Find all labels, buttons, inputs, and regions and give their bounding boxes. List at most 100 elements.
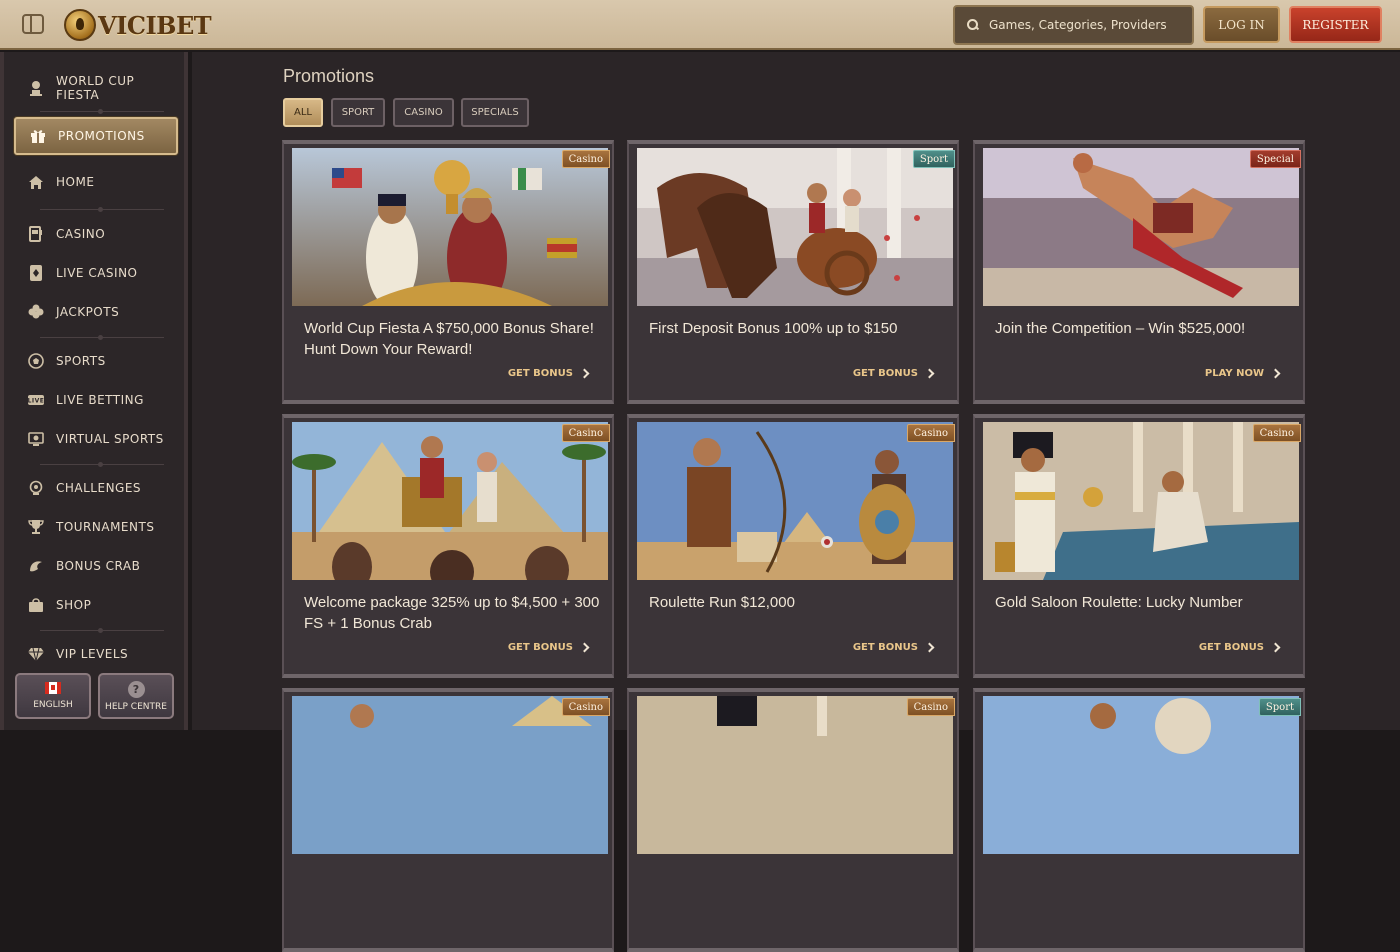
filter-casino[interactable]: CASINO xyxy=(393,98,454,127)
sidebar-item-shop[interactable]: SHOP xyxy=(14,597,178,613)
cta-label: PLAY NOW xyxy=(1204,368,1264,379)
help-centre-button[interactable]: ? HELP CENTRE xyxy=(98,673,174,719)
sidebar-item-world-cup-fiesta[interactable]: WORLD CUP FIESTA xyxy=(14,70,178,106)
sidebar-item-label: LIVE CASINO xyxy=(56,266,138,280)
sidebar-item-label: CASINO xyxy=(56,227,106,241)
sidebar-item-bonus-crab[interactable]: BONUS CRAB xyxy=(14,558,178,574)
search-input[interactable] xyxy=(989,18,1189,32)
get-bonus-link[interactable]: GET BONUS xyxy=(508,642,590,653)
filter-specials[interactable]: SPECIALS xyxy=(461,98,529,127)
sidebar-item-label: VIP LEVELS xyxy=(56,647,129,661)
promo-card[interactable]: Casino Roulette Run $12,000 GET BONUS xyxy=(627,414,959,678)
search-icon xyxy=(967,19,979,31)
sidebar-item-label: LIVE BETTING xyxy=(56,393,144,407)
filter-sport[interactable]: SPORT xyxy=(331,98,385,127)
sidebar-item-live-casino[interactable]: LIVE CASINO xyxy=(14,265,178,281)
brand-logo[interactable]: VICIBET xyxy=(64,8,212,42)
sidebar-item-virtual-sports[interactable]: VIRTUAL SPORTS xyxy=(14,431,178,447)
sidebar-item-label: WORLD CUP FIESTA xyxy=(56,74,135,102)
promo-card[interactable]: Special Join the Competition – Win $525,… xyxy=(973,140,1305,404)
cta-label: GET BONUS xyxy=(852,642,918,653)
category-badge: Casino xyxy=(561,698,610,716)
challenge-icon xyxy=(28,480,44,496)
chevron-right-icon xyxy=(924,368,935,379)
search-box[interactable] xyxy=(953,5,1194,45)
virtual-screen-icon xyxy=(28,431,44,447)
sidebar-item-sports[interactable]: SPORTS xyxy=(14,353,178,369)
get-bonus-link[interactable]: GET BONUS xyxy=(508,368,590,379)
sidebar-divider xyxy=(40,628,164,633)
category-badge: Casino xyxy=(561,150,610,168)
category-badge: Casino xyxy=(906,698,955,716)
promo-image xyxy=(637,696,953,854)
play-now-link[interactable]: PLAY NOW xyxy=(1204,368,1281,379)
sidebar-item-casino[interactable]: CASINO xyxy=(14,226,178,242)
canada-flag-icon xyxy=(45,682,61,694)
sidebar-divider xyxy=(40,109,164,114)
promo-image xyxy=(983,422,1299,580)
sidebar-item-promotions[interactable]: PROMOTIONS xyxy=(14,117,178,155)
sidebar-item-label: PROMOTIONS xyxy=(58,129,145,143)
sidebar-item-label: TOURNAMENTS xyxy=(56,520,155,534)
promo-title: World Cup Fiesta A $750,000 Bonus Share!… xyxy=(304,320,594,358)
gift-icon xyxy=(30,128,46,144)
chevron-right-icon xyxy=(924,642,935,653)
promo-card[interactable]: Casino xyxy=(627,688,959,952)
cta-label: GET BONUS xyxy=(1198,642,1264,653)
sidebar-toggle-icon[interactable] xyxy=(22,14,44,34)
brand-name: VICIBET xyxy=(98,10,212,40)
trophy-bust-icon xyxy=(28,80,44,96)
promo-title: Welcome package 325% up to $4,500 + 300 … xyxy=(304,594,600,632)
sidebar-divider xyxy=(40,335,164,340)
sidebar-item-label: HOME xyxy=(56,175,95,189)
sidebar-divider xyxy=(40,207,164,212)
sidebar-item-label: SPORTS xyxy=(56,354,106,368)
sidebar-item-label: CHALLENGES xyxy=(56,481,142,495)
category-badge: Sport xyxy=(1258,698,1301,716)
sidebar-item-challenges[interactable]: CHALLENGES xyxy=(14,480,178,496)
sidebar-item-home[interactable]: HOME xyxy=(14,174,178,190)
crab-icon xyxy=(28,558,44,574)
promo-card[interactable]: Casino Welcome package 325% up to $4,500… xyxy=(282,414,614,678)
promo-card[interactable]: Sport xyxy=(973,688,1305,952)
filter-all[interactable]: ALL xyxy=(283,98,323,127)
promo-card[interactable]: Casino Gold Saloon Roulette: Lucky Numbe… xyxy=(973,414,1305,678)
promo-image xyxy=(983,696,1299,854)
sidebar-item-label: SHOP xyxy=(56,598,92,612)
top-bar: VICIBET LOG IN REGISTER xyxy=(0,0,1400,50)
home-icon xyxy=(28,174,44,190)
category-badge: Sport xyxy=(912,150,955,168)
promo-image xyxy=(292,422,608,580)
sidebar-item-live-betting[interactable]: LIVE LIVE BETTING xyxy=(14,392,178,408)
promo-title: Join the Competition – Win $525,000! xyxy=(995,320,1246,337)
sidebar-item-tournaments[interactable]: TOURNAMENTS xyxy=(14,519,178,535)
live-icon: LIVE xyxy=(28,392,44,408)
sidebar-divider xyxy=(40,462,164,467)
register-button[interactable]: REGISTER xyxy=(1289,6,1382,43)
login-button[interactable]: LOG IN xyxy=(1203,6,1280,43)
get-bonus-link[interactable]: GET BONUS xyxy=(852,642,935,653)
svg-text:LIVE: LIVE xyxy=(28,398,44,405)
slot-machine-icon xyxy=(28,226,44,242)
promo-title: Roulette Run $12,000 xyxy=(649,594,795,611)
sidebar-item-label: VIRTUAL SPORTS xyxy=(56,432,164,446)
promo-title: First Deposit Bonus 100% up to $150 xyxy=(649,320,898,337)
promo-card[interactable]: Casino World Cup Fiesta A $750,000 Bonus… xyxy=(282,140,614,404)
sidebar-item-jackpots[interactable]: JACKPOTS xyxy=(14,304,178,320)
sidebar-item-label: BONUS CRAB xyxy=(56,559,141,573)
promo-card[interactable]: Sport First Deposit Bonus 100% up to $15… xyxy=(627,140,959,404)
promo-image xyxy=(637,422,953,580)
promo-image xyxy=(983,148,1299,306)
sidebar-item-label: JACKPOTS xyxy=(56,305,120,319)
promo-card[interactable]: Casino xyxy=(282,688,614,952)
get-bonus-link[interactable]: GET BONUS xyxy=(853,368,935,379)
category-badge: Casino xyxy=(1252,424,1301,442)
chevron-right-icon xyxy=(579,642,590,653)
language-button[interactable]: ENGLISH xyxy=(15,673,91,719)
category-badge: Casino xyxy=(906,424,955,442)
help-icon: ? xyxy=(127,680,145,698)
get-bonus-link[interactable]: GET BONUS xyxy=(1198,642,1281,653)
sidebar-item-vip-levels[interactable]: VIP LEVELS xyxy=(14,646,178,662)
trophy-icon xyxy=(28,519,44,535)
category-badge: Special xyxy=(1249,150,1301,168)
